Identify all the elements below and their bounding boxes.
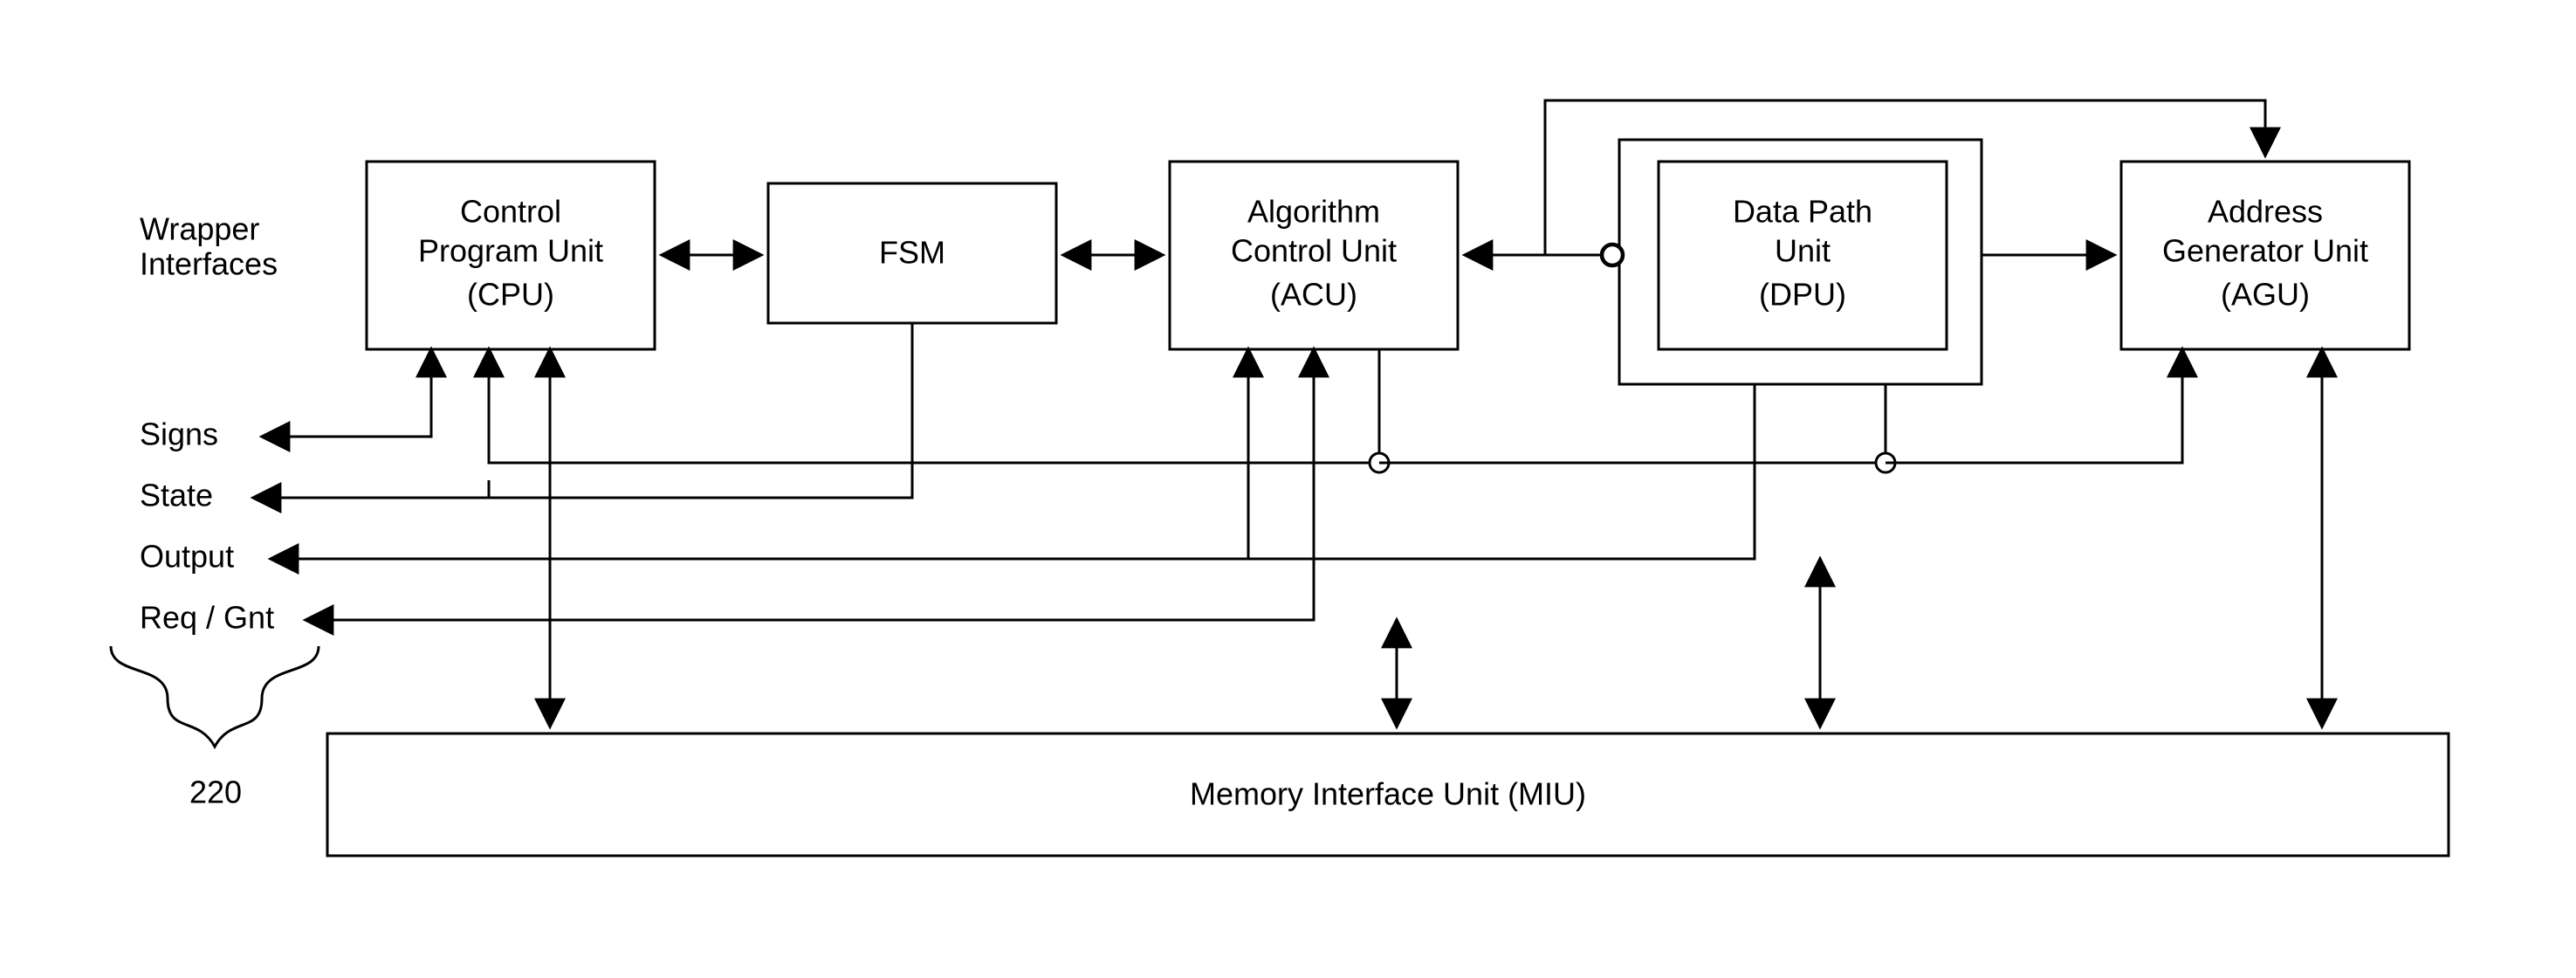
dpu-l1: Data Path	[1733, 194, 1872, 230]
reqgnt-conn	[306, 349, 1314, 620]
acu-l2: Control Unit	[1231, 233, 1397, 269]
agu-l3: (AGU)	[2221, 277, 2310, 313]
acu-l1: Algorithm	[1247, 194, 1380, 230]
brace-icon	[111, 646, 319, 747]
output-label: Output	[140, 539, 234, 575]
dpu-l3: (DPU)	[1759, 277, 1846, 313]
cpu-l3: (CPU)	[467, 277, 554, 313]
miu-l1: Memory Interface Unit (MIU)	[1190, 776, 1586, 812]
cpu-l2: Program Unit	[418, 233, 603, 269]
fsm-l1: FSM	[879, 235, 945, 271]
dpu-l2: Unit	[1775, 233, 1831, 269]
agu-l2: Generator Unit	[2162, 233, 2368, 269]
output-conn	[271, 384, 1755, 559]
signs-label: Signs	[140, 417, 218, 452]
reqgnt-label: Req / Gnt	[140, 600, 274, 636]
state-label: State	[140, 478, 213, 513]
wrapper-title-2: Interfaces	[140, 246, 278, 282]
acu-cpu-bus	[489, 349, 1379, 463]
acu-l3: (ACU)	[1270, 277, 1357, 313]
wrapper-title-1: Wrapper	[140, 211, 259, 247]
dpu-bus-conn	[1379, 384, 1886, 463]
signs-conn	[262, 349, 431, 437]
cpu-l1: Control	[460, 194, 561, 230]
agu-l1: Address	[2208, 194, 2323, 230]
ref-220: 220	[189, 775, 242, 810]
architecture-diagram: Wrapper Interfaces Signs State Output Re…	[0, 0, 2576, 978]
